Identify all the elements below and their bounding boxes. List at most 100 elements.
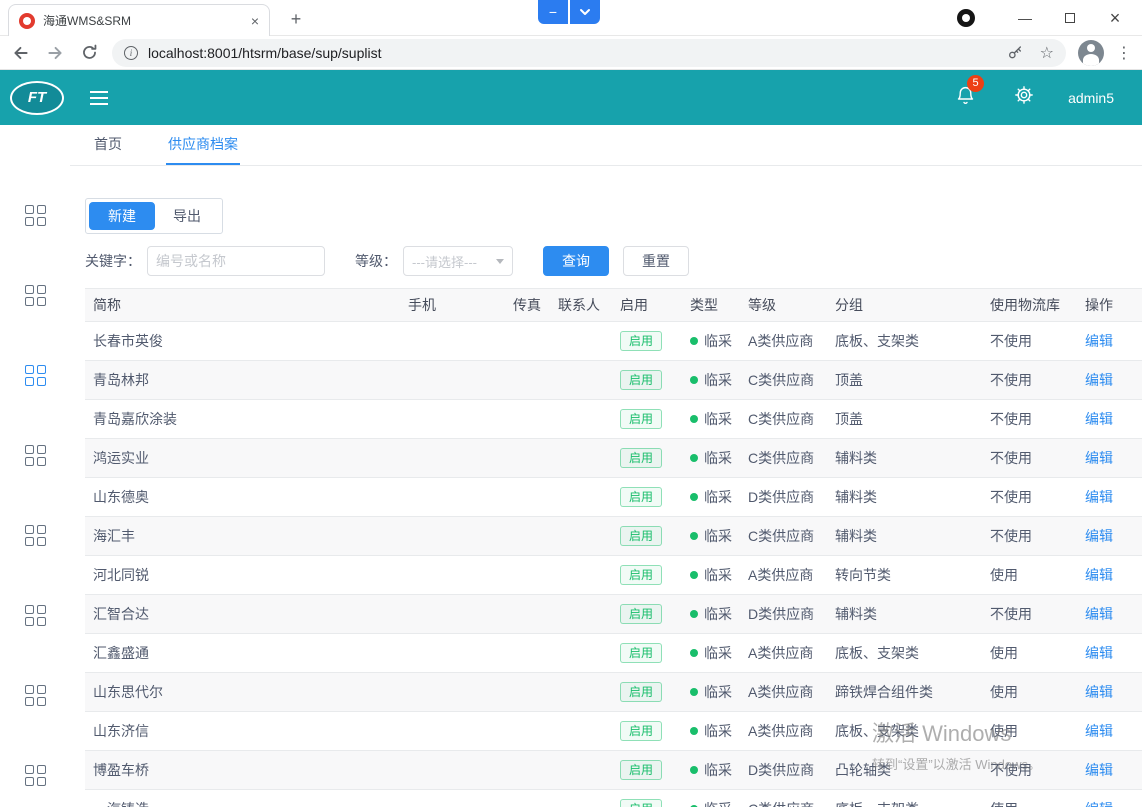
window-minimize-button[interactable]: —: [1010, 6, 1040, 30]
window-close-button[interactable]: ×: [1100, 6, 1130, 30]
mobile-cell: [400, 400, 505, 439]
url-text[interactable]: localhost:8001/htsrm/base/sup/suplist: [148, 45, 994, 61]
group-cell: 转向节类: [827, 556, 982, 595]
browser-tab[interactable]: 海通WMS&SRM ×: [8, 4, 270, 36]
enable-badge: 启用: [620, 565, 662, 585]
settings-gear-icon[interactable]: [1014, 85, 1034, 110]
contact-cell: [550, 517, 612, 556]
sidebar-menu-icon[interactable]: [25, 365, 46, 386]
logistics-cell: 不使用: [982, 322, 1077, 361]
edit-link[interactable]: 编辑: [1085, 372, 1113, 388]
edit-link[interactable]: 编辑: [1085, 489, 1113, 505]
reload-button[interactable]: [78, 42, 100, 64]
table-row: 山东德奥 启用 临采 D类供应商 辅料类 不使用 编辑: [85, 478, 1142, 517]
enable-cell: 启用: [612, 517, 682, 556]
edit-link[interactable]: 编辑: [1085, 684, 1113, 700]
type-cell: 临采: [682, 790, 740, 807]
edit-link[interactable]: 编辑: [1085, 411, 1113, 427]
maximize-icon: [1065, 13, 1075, 23]
sidebar-menu-icon[interactable]: [25, 285, 46, 306]
actions-cell: 编辑: [1077, 595, 1142, 634]
level-label: 等级：: [355, 251, 397, 271]
type-label: 临采: [704, 645, 732, 661]
tab-home[interactable]: 首页: [92, 125, 124, 165]
reset-button[interactable]: 重置: [623, 246, 689, 276]
current-user[interactable]: admin5: [1068, 90, 1114, 106]
edit-link[interactable]: 编辑: [1085, 333, 1113, 349]
window-maximize-button[interactable]: [1055, 6, 1085, 30]
status-dot-icon: [690, 688, 698, 696]
fax-cell: [505, 790, 550, 807]
edit-link[interactable]: 编辑: [1085, 450, 1113, 466]
supplier-name-cell: 鸿运实业: [85, 439, 400, 478]
search-button[interactable]: 查询: [543, 246, 609, 276]
level-select[interactable]: ---请选择---: [403, 246, 513, 276]
contact-cell: [550, 361, 612, 400]
bookmark-star-icon[interactable]: ☆: [1040, 43, 1054, 63]
forward-button[interactable]: [44, 42, 66, 64]
edit-link[interactable]: 编辑: [1085, 606, 1113, 622]
type-cell: 临采: [682, 361, 740, 400]
contact-cell: [550, 400, 612, 439]
enable-cell: 启用: [612, 556, 682, 595]
profile-avatar[interactable]: [1078, 40, 1104, 66]
mobile-cell: [400, 595, 505, 634]
notification-bell-icon[interactable]: 5: [955, 85, 976, 111]
supplier-name-cell: 青岛林邦: [85, 361, 400, 400]
type-label: 临采: [704, 762, 732, 778]
edit-link[interactable]: 编辑: [1085, 528, 1113, 544]
widget-expand-button[interactable]: [570, 0, 600, 24]
col-contact: 联系人: [550, 289, 612, 322]
sidebar-menu-icon[interactable]: [25, 205, 46, 226]
logistics-cell: 不使用: [982, 439, 1077, 478]
widget-minimize-button[interactable]: −: [538, 0, 568, 24]
menu-fold-icon[interactable]: [90, 91, 108, 105]
mobile-cell: [400, 556, 505, 595]
edit-link[interactable]: 编辑: [1085, 762, 1113, 778]
group-cell: 顶盖: [827, 400, 982, 439]
page-info-icon[interactable]: i: [124, 46, 138, 60]
password-key-icon[interactable]: [1004, 42, 1026, 64]
address-bar[interactable]: i localhost:8001/htsrm/base/sup/suplist …: [112, 39, 1066, 67]
sidebar-menu-icon[interactable]: [25, 685, 46, 706]
status-dot-icon: [690, 337, 698, 345]
group-cell: 辅料类: [827, 595, 982, 634]
contact-cell: [550, 595, 612, 634]
enable-cell: 启用: [612, 673, 682, 712]
type-cell: 临采: [682, 439, 740, 478]
browser-menu-icon[interactable]: ⋮: [1116, 43, 1132, 63]
new-button[interactable]: 新建: [89, 202, 155, 230]
type-cell: 临采: [682, 478, 740, 517]
sidebar-menu-icon[interactable]: [25, 765, 46, 786]
back-button[interactable]: [10, 42, 32, 64]
tab-close-icon[interactable]: ×: [251, 13, 259, 29]
table-row: 海汇丰 启用 临采 C类供应商 辅料类 不使用 编辑: [85, 517, 1142, 556]
edit-link[interactable]: 编辑: [1085, 801, 1113, 807]
new-tab-button[interactable]: +: [284, 7, 308, 31]
contact-cell: [550, 751, 612, 790]
group-cell: 顶盖: [827, 361, 982, 400]
floating-widget: −: [538, 0, 600, 24]
type-label: 临采: [704, 528, 732, 544]
keyword-input[interactable]: [147, 246, 325, 276]
export-button[interactable]: 导出: [155, 202, 219, 230]
logistics-cell: 不使用: [982, 478, 1077, 517]
edit-link[interactable]: 编辑: [1085, 645, 1113, 661]
tab-supplier-archive[interactable]: 供应商档案: [166, 125, 240, 165]
chevron-down-icon: [496, 259, 504, 264]
type-cell: 临采: [682, 634, 740, 673]
enable-badge: 启用: [620, 370, 662, 390]
group-cell: 底板、支架类: [827, 322, 982, 361]
sidebar-menu-icon[interactable]: [25, 525, 46, 546]
supplier-name-cell: 博盈车桥: [85, 751, 400, 790]
actions-cell: 编辑: [1077, 439, 1142, 478]
edit-link[interactable]: 编辑: [1085, 567, 1113, 583]
type-label: 临采: [704, 606, 732, 622]
sidebar-menu-icon[interactable]: [25, 445, 46, 466]
table-row: 青岛林邦 启用 临采 C类供应商 顶盖 不使用 编辑: [85, 361, 1142, 400]
sidebar-menu-icon[interactable]: [25, 605, 46, 626]
keyword-label: 关键字：: [85, 251, 141, 271]
recorder-icon[interactable]: [957, 9, 975, 27]
fax-cell: [505, 595, 550, 634]
edit-link[interactable]: 编辑: [1085, 723, 1113, 739]
